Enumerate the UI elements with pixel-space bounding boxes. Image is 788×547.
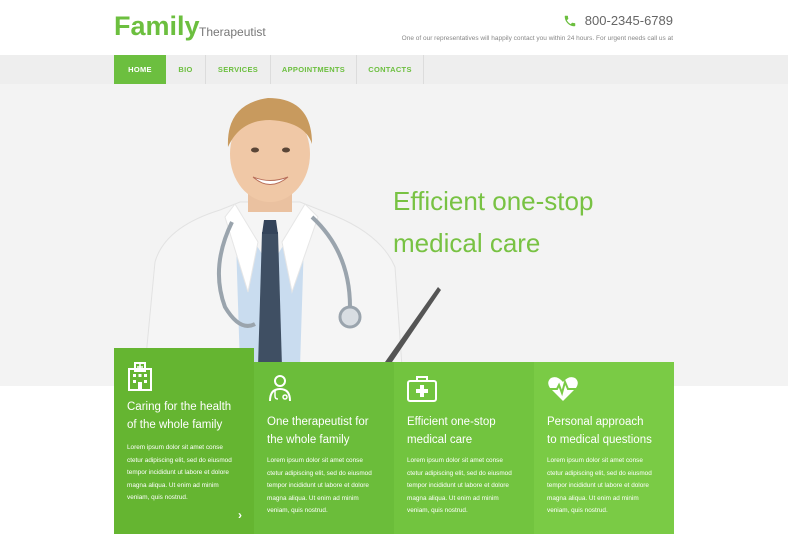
feature-card[interactable]: Personal approach to medical questions L… (534, 362, 674, 534)
feature-text-line: tempor incididunt ut labore et dolore (407, 482, 509, 489)
feature-text-line: ctetur adipiscing elit, sed do eiusmod (267, 469, 372, 477)
main-navigation: HOME BIO SERVICES APPOINTMENTS CONTACTS (0, 55, 788, 84)
feature-text-line: magna aliqua. Ut enim ad minim (407, 494, 499, 502)
feature-description: Lorem ipsum dolor sit amet conse ctetur … (127, 442, 251, 505)
phone-icon (564, 15, 576, 26)
feature-title-line: Personal approach (547, 416, 644, 428)
hero-headline-line2: medical care (393, 228, 541, 258)
hero-headline-line1: Efficient one-stop (393, 186, 594, 216)
feature-text-line: ctetur adipiscing elit, sed do eiusmod (547, 469, 652, 477)
feature-title-line: Efficient one-stop (407, 416, 496, 428)
feature-description: Lorem ipsum dolor sit amet conse ctetur … (267, 455, 391, 518)
heartbeat-icon (548, 377, 578, 401)
chevron-right-icon[interactable]: › (238, 508, 242, 522)
phone-number[interactable]: 800-2345-6789 (585, 13, 673, 28)
feature-title-line: Caring for the health (127, 401, 232, 413)
phone-contact[interactable]: 800-2345-6789 (563, 13, 673, 28)
feature-text-line: tempor incididunt ut labore et dolore (267, 482, 369, 489)
feature-text-line: magna aliqua. Ut enim ad minim (547, 494, 639, 502)
site-header: Family Therapeutist 800-2345-6789 One of… (0, 0, 788, 55)
feature-description: Lorem ipsum dolor sit amet conse ctetur … (407, 455, 531, 518)
feature-text-line: Lorem ipsum dolor sit amet conse (407, 457, 503, 464)
feature-text-line: veniam, quis nostrud. (267, 507, 328, 514)
feature-card[interactable]: Caring for the health of the whole famil… (114, 348, 254, 534)
feature-text-line: veniam, quis nostrud. (127, 494, 188, 501)
nav-item-appointments[interactable]: APPOINTMENTS (271, 55, 357, 84)
feature-title-line: One therapeutist for (267, 416, 369, 428)
feature-card[interactable]: Efficient one-stop medical care Lorem ip… (394, 362, 534, 534)
site-logo[interactable]: Family (114, 11, 200, 42)
feature-text-line: ctetur adipiscing elit, sed do eiusmod (407, 469, 512, 477)
feature-title-line: to medical questions (547, 434, 652, 446)
feature-description: Lorem ipsum dolor sit amet conse ctetur … (547, 455, 671, 518)
feature-card[interactable]: One therapeutist for the whole family Lo… (254, 362, 394, 534)
doctor-icon (269, 375, 291, 402)
feature-text-line: veniam, quis nostrud. (547, 507, 608, 514)
site-tagline: Therapeutist (199, 25, 266, 39)
contact-note: One of our representatives will happily … (401, 35, 673, 42)
nav-item-bio[interactable]: BIO (166, 55, 206, 84)
features-section: Caring for the health of the whole famil… (114, 348, 674, 534)
hero-headline: Efficient one-stop medical care (393, 180, 693, 264)
nav-item-contacts[interactable]: CONTACTS (357, 55, 424, 84)
first-aid-kit-icon (407, 376, 437, 402)
feature-text-line: veniam, quis nostrud. (407, 507, 468, 514)
feature-text-line: tempor incididunt ut labore et dolore (547, 482, 649, 489)
feature-title-line: the whole family (267, 434, 350, 446)
feature-text-line: ctetur adipiscing elit, sed do eiusmod (127, 456, 232, 464)
hospital-icon (128, 362, 152, 391)
feature-text-line: magna aliqua. Ut enim ad minim (267, 494, 359, 502)
feature-text-line: Lorem ipsum dolor sit amet conse (267, 457, 363, 464)
feature-title-line: medical care (407, 434, 473, 446)
feature-text-line: Lorem ipsum dolor sit amet conse (127, 444, 223, 451)
feature-text-line: Lorem ipsum dolor sit amet conse (547, 457, 643, 464)
feature-text-line: magna aliqua. Ut enim ad minim (127, 481, 219, 489)
feature-text-line: tempor incididunt ut labore et dolore (127, 469, 229, 476)
nav-item-home[interactable]: HOME (114, 55, 166, 84)
feature-title-line: of the whole family (127, 419, 223, 431)
nav-item-services[interactable]: SERVICES (206, 55, 271, 84)
